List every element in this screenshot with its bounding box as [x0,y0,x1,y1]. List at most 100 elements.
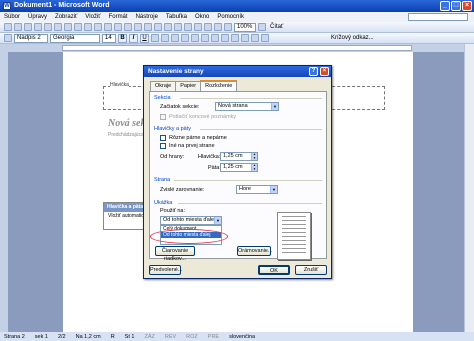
header-label: Hlavička [110,82,129,88]
menu-window[interactable]: Okno [195,14,209,20]
spelling-icon[interactable] [74,23,82,31]
standard-toolbar: 100% Čítať [0,22,474,33]
align-left-icon[interactable] [151,34,159,42]
suppress-endnotes-checkbox[interactable] [160,114,166,120]
chevron-down-icon: ▼ [214,217,221,224]
columns-icon[interactable] [194,23,202,31]
styles-pane-icon[interactable] [4,34,12,42]
show-hide-icon[interactable] [224,23,232,31]
print-preview-icon[interactable] [64,23,72,31]
maximize-button[interactable]: □ [451,1,461,11]
menu-view[interactable]: Zobraziť [55,14,77,20]
drawing-icon[interactable] [204,23,212,31]
menu-file[interactable]: Súbor [4,14,20,20]
zoom-select[interactable]: 100% [234,22,256,32]
cut-icon[interactable] [94,23,102,31]
first-page-checkbox[interactable] [160,143,166,149]
format-painter-icon[interactable] [124,23,132,31]
help-question-icon[interactable]: ? [309,67,318,76]
line-spacing-icon[interactable] [191,34,199,42]
new-document-icon[interactable] [4,23,12,31]
header-distance-label: Hlavička: [198,154,221,160]
insert-excel-icon[interactable] [184,23,192,31]
document-map-icon[interactable] [214,23,222,31]
style-select[interactable]: Nadpis 2 [14,33,48,43]
menu-edit[interactable]: Úpravy [28,14,47,20]
decrease-indent-icon[interactable] [221,34,229,42]
research-icon[interactable] [84,23,92,31]
justify-icon[interactable] [181,34,189,42]
cross-reference-button[interactable]: Krížový odkaz... [331,35,374,41]
cancel-button[interactable]: Zrušiť [295,265,327,275]
font-color-icon[interactable] [261,34,269,42]
undo-icon[interactable] [134,23,142,31]
section-start-select[interactable]: Nová strana ▼ [215,102,279,111]
status-section: sek 1 [34,333,48,340]
paste-icon[interactable] [114,23,122,31]
insert-table-icon[interactable] [174,23,182,31]
footer-distance-input[interactable]: 1,25 cm ▲ ▼ [220,163,258,172]
align-right-icon[interactable] [171,34,179,42]
save-icon[interactable] [24,23,32,31]
default-button[interactable]: Predvolené... [149,265,182,275]
font-select[interactable]: Georgia [50,33,100,43]
tables-icon[interactable] [164,23,172,31]
copy-icon[interactable] [104,23,112,31]
menu-format[interactable]: Formát [109,14,128,20]
headers-group-label: Hlavičky a päty [154,126,191,132]
tab-margins[interactable]: Okraje [150,81,177,91]
tab-layout[interactable]: Rozloženie [200,80,238,91]
apply-to-select[interactable]: Od tohto miesta ďalej ▼ [160,216,222,225]
align-center-icon[interactable] [161,34,169,42]
bold-button[interactable]: B [118,33,127,43]
underline-button[interactable]: U [140,33,149,43]
print-icon[interactable] [54,23,62,31]
odd-even-checkbox[interactable] [160,135,166,141]
spinner-icon[interactable]: ▲ ▼ [251,152,257,160]
dialog-titlebar: Nastavenie strany ? × [144,66,331,77]
vertical-ruler[interactable] [0,52,8,332]
line-numbers-button[interactable]: Čiarovanie riadkov... [155,246,195,262]
horizontal-ruler[interactable] [0,44,474,52]
help-search-input[interactable] [408,13,468,21]
permission-icon[interactable] [34,23,42,31]
borders-button[interactable]: Orámovanie... [237,246,273,256]
formatting-toolbar: Nadpis 2 Georgia 14 B I U Krížový odkaz.… [0,33,474,44]
read-button[interactable]: Čítať [270,24,283,30]
menu-insert[interactable]: Vložiť [85,14,100,20]
spinner-icon[interactable]: ▲ ▼ [251,163,257,171]
email-icon[interactable] [44,23,52,31]
minimize-button[interactable]: _ [440,1,450,11]
italic-button[interactable]: I [129,33,138,43]
status-rec[interactable]: ZÁZ [144,334,154,340]
tab-paper[interactable]: Papier [175,81,202,91]
increase-indent-icon[interactable] [231,34,239,42]
close-window-button[interactable]: × [462,1,472,11]
apply-to-label: Použiť na: [160,208,185,214]
hyperlink-icon[interactable] [154,23,162,31]
status-ext[interactable]: ROZ [186,334,198,340]
font-size-select[interactable]: 14 [102,33,116,43]
vertical-scrollbar[interactable] [464,44,474,332]
status-ovr[interactable]: PRE [208,334,219,340]
highlight-icon[interactable] [251,34,259,42]
help-icon[interactable] [258,23,266,31]
chevron-down-icon: ▼ [271,103,278,110]
menu-help[interactable]: Pomocník [217,14,244,20]
suppress-endnotes-label: Potlačiť koncové poznámky [169,114,237,120]
valign-value: Hore [239,186,251,192]
valign-select[interactable]: Hore ▼ [236,185,278,194]
status-trk[interactable]: REV [165,334,176,340]
menu-tools[interactable]: Nástroje [136,14,158,20]
header-distance-input[interactable]: 1,25 cm ▲ ▼ [220,152,258,161]
bullets-icon[interactable] [211,34,219,42]
numbering-icon[interactable] [201,34,209,42]
open-icon[interactable] [14,23,22,31]
dialog-title: Nastavenie strany [148,68,204,75]
menu-table[interactable]: Tabuľka [166,14,187,20]
word-app-icon[interactable]: W [3,2,11,10]
dialog-close-icon[interactable]: × [320,67,329,76]
redo-icon[interactable] [144,23,152,31]
border-icon[interactable] [241,34,249,42]
ok-button[interactable]: OK [258,265,290,275]
